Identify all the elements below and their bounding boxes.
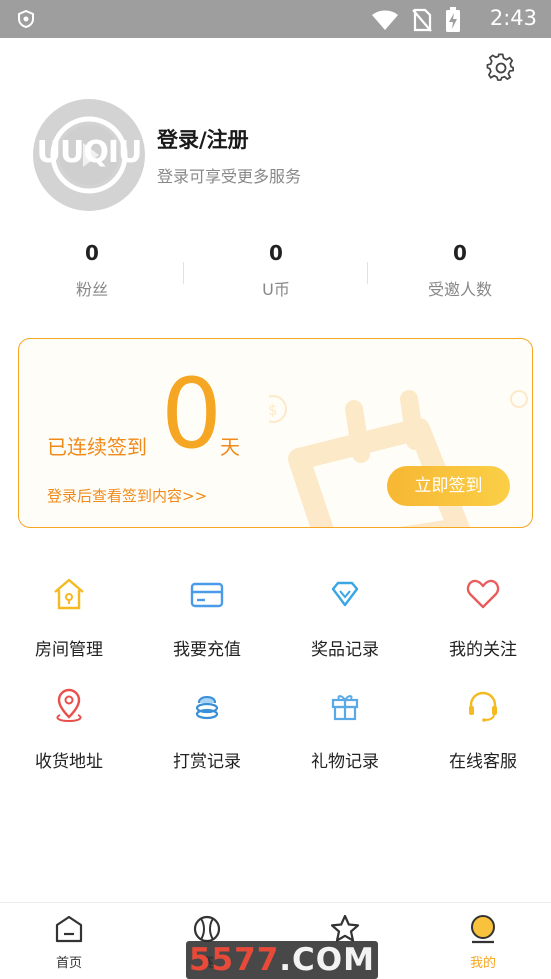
gear-icon[interactable]: [486, 53, 516, 83]
headset-icon: [469, 691, 497, 722]
watermark-number: 5577: [188, 942, 280, 978]
menu-item-tip-records[interactable]: 打赏记录: [138, 677, 276, 777]
menu-item-label: 打赏记录: [173, 752, 241, 772]
menu-item-label: 房间管理: [35, 640, 103, 660]
heart-icon: [466, 579, 500, 609]
stat-value: 0: [85, 241, 99, 265]
svg-text:$: $: [269, 401, 278, 419]
menu-item-room-manage[interactable]: 房间管理: [0, 565, 138, 665]
diamond-icon: [331, 581, 359, 607]
signin-days-count: 0: [161, 358, 223, 470]
tab-label: 首页: [55, 956, 82, 971]
menu-item-recharge[interactable]: 我要充值: [138, 565, 276, 665]
menu-item-label: 我的关注: [449, 640, 517, 660]
menu-item-label: 我要充值: [173, 640, 241, 660]
signin-card: $ 已连续签到 0 天 登录后查看签到内容>> 立即签到: [18, 338, 533, 528]
watermark-domain: .COM: [279, 942, 375, 978]
tab-mine[interactable]: 我的: [414, 903, 551, 979]
clock: 2:43: [489, 6, 537, 30]
stats-row: 0 粉丝 0 U币 0 受邀人数: [0, 238, 551, 308]
stat-value: 0: [453, 241, 467, 265]
watermark-text: 5577.COM: [186, 942, 378, 978]
menu-item-my-follows[interactable]: 我的关注: [414, 565, 551, 665]
shield-icon: [18, 10, 34, 28]
card-icon: [190, 582, 224, 608]
avatar-logo-text: UUQIU: [36, 135, 143, 170]
menu-item-label: 收货地址: [35, 752, 103, 772]
menu-item-gift-records[interactable]: 礼物记录: [276, 677, 414, 777]
profile-icon: [471, 915, 495, 944]
signin-hint-link[interactable]: 登录后查看签到内容>>: [47, 485, 207, 506]
status-bar: 2:43: [0, 0, 551, 38]
menu-item-label: 在线客服: [449, 752, 517, 772]
battery-charging-icon: [446, 7, 460, 32]
avatar[interactable]: UUQIU: [33, 99, 145, 211]
stat-label: 受邀人数: [427, 280, 492, 299]
location-icon: [56, 688, 82, 723]
signin-prefix: 已连续签到: [47, 435, 147, 459]
menu-item-label: 礼物记录: [311, 752, 379, 772]
login-register-link[interactable]: 登录/注册: [157, 124, 249, 154]
house-icon: [54, 578, 84, 610]
coins-icon: [195, 696, 219, 720]
menu-item-label: 奖品记录: [311, 640, 379, 660]
menu-item-online-service[interactable]: 在线客服: [414, 677, 551, 777]
stat-fans[interactable]: 0 粉丝: [0, 238, 184, 300]
signin-button[interactable]: 立即签到: [387, 466, 510, 506]
watermark: 5577.COM: [186, 941, 378, 979]
tab-label: 我的: [469, 956, 496, 971]
stat-label: 粉丝: [75, 280, 108, 299]
no-sim-icon: [412, 8, 432, 32]
tab-home[interactable]: 首页: [0, 903, 138, 979]
stat-label: U币: [262, 280, 290, 299]
gift-icon: [331, 695, 359, 721]
stat-invited[interactable]: 0 受邀人数: [368, 238, 551, 300]
stat-ucoin[interactable]: 0 U币: [184, 238, 368, 300]
stat-value: 0: [269, 241, 283, 265]
menu-item-prize-records[interactable]: 奖品记录: [276, 565, 414, 665]
menu-item-shipping-address[interactable]: 收货地址: [0, 677, 138, 777]
wifi-icon: [372, 10, 398, 30]
home-icon: [55, 915, 83, 943]
signin-suffix: 天: [220, 435, 240, 459]
login-subtitle: 登录可享受更多服务: [157, 167, 302, 186]
